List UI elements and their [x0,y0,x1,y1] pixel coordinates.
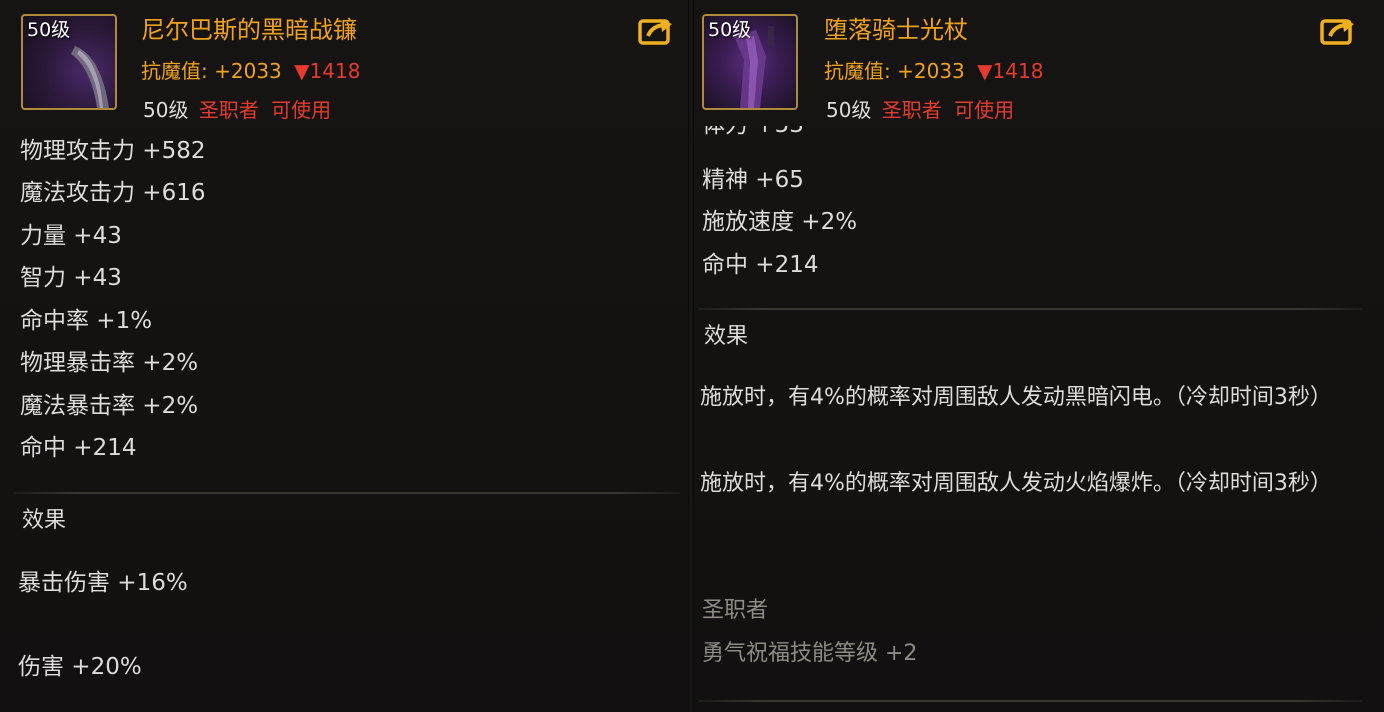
item-icon-frame[interactable]: 50级 [21,14,117,110]
stat-line: 物理暴击率 +2% [20,350,199,376]
requirement-line: 50级 圣职者 可使用 [826,97,1014,123]
effect-line: 伤害 +20% [18,654,142,680]
down-arrow-icon: ▼ [977,59,993,83]
stat-line: 力量 +43 [20,223,122,249]
effect-description: 施放时，有4%的概率对周围敌人发动黑暗闪电。（冷却时间3秒） [700,385,1332,410]
stat-line: 精神 +65 [702,167,804,193]
share-icon[interactable] [638,16,674,46]
resist-line: 抗魔值: +2033 ▼1418 [824,58,1043,84]
down-arrow-icon: ▼ [294,59,310,83]
stat-line: 魔法暴击率 +2% [20,393,199,419]
requirement-line: 50级 圣职者 可使用 [143,97,331,123]
scroll-clip: 体力 +53 [694,126,1384,140]
effect-line: 暴击伤害 +16% [18,570,188,596]
diff-value: 1418 [992,59,1044,83]
class-section-title: 圣职者 [702,598,769,623]
effect-description: 施放时，有4%的概率对周围敌人发动火焰爆炸。（冷却时间3秒） [700,471,1332,496]
item-tooltip-right: 50级 堕落骑士光杖 抗魔值: +2033 ▼1418 50级 圣职者 可使用 … [694,0,1384,712]
stat-line: 智力 +43 [20,265,122,291]
resist-value: +2033 [214,59,282,83]
item-icon-frame[interactable]: 50级 [702,14,798,110]
stat-line: 施放速度 +2% [702,209,858,235]
resist-line: 抗魔值: +2033 ▼1418 [141,58,360,84]
stat-line: 魔法攻击力 +616 [20,180,206,206]
section-divider [698,700,1362,702]
diff-value: 1418 [309,59,361,83]
required-class: 圣职者 [198,98,259,122]
resist-label: 抗魔值: [141,59,208,83]
usable-status: 可使用 [271,98,332,122]
effect-section-title: 效果 [22,508,67,533]
resist-label: 抗魔值: [824,59,891,83]
section-divider [14,492,680,494]
effect-section-title: 效果 [704,324,749,349]
usable-status: 可使用 [954,98,1015,122]
item-name: 尼尔巴斯的黑暗战镰 [141,16,357,44]
resist-value: +2033 [897,59,965,83]
share-icon[interactable] [1320,16,1356,46]
required-level: 50级 [143,98,189,122]
stat-line-clipped: 体力 +53 [702,126,804,140]
level-badge: 50级 [27,19,71,41]
level-badge: 50级 [708,19,752,41]
item-tooltip-left: 50级 尼尔巴斯的黑暗战镰 抗魔值: +2033 ▼1418 50级 圣职者 可… [0,0,688,712]
item-name: 堕落骑士光杖 [824,16,968,44]
stat-line: 命中 +214 [702,252,819,278]
stat-line: 物理攻击力 +582 [20,138,206,164]
stat-line: 命中 +214 [20,435,137,461]
required-class: 圣职者 [881,98,942,122]
required-level: 50级 [826,98,872,122]
section-divider [698,308,1362,310]
class-bonus-line: 勇气祝福技能等级 +2 [702,641,918,666]
stat-line: 命中率 +1% [20,308,153,334]
